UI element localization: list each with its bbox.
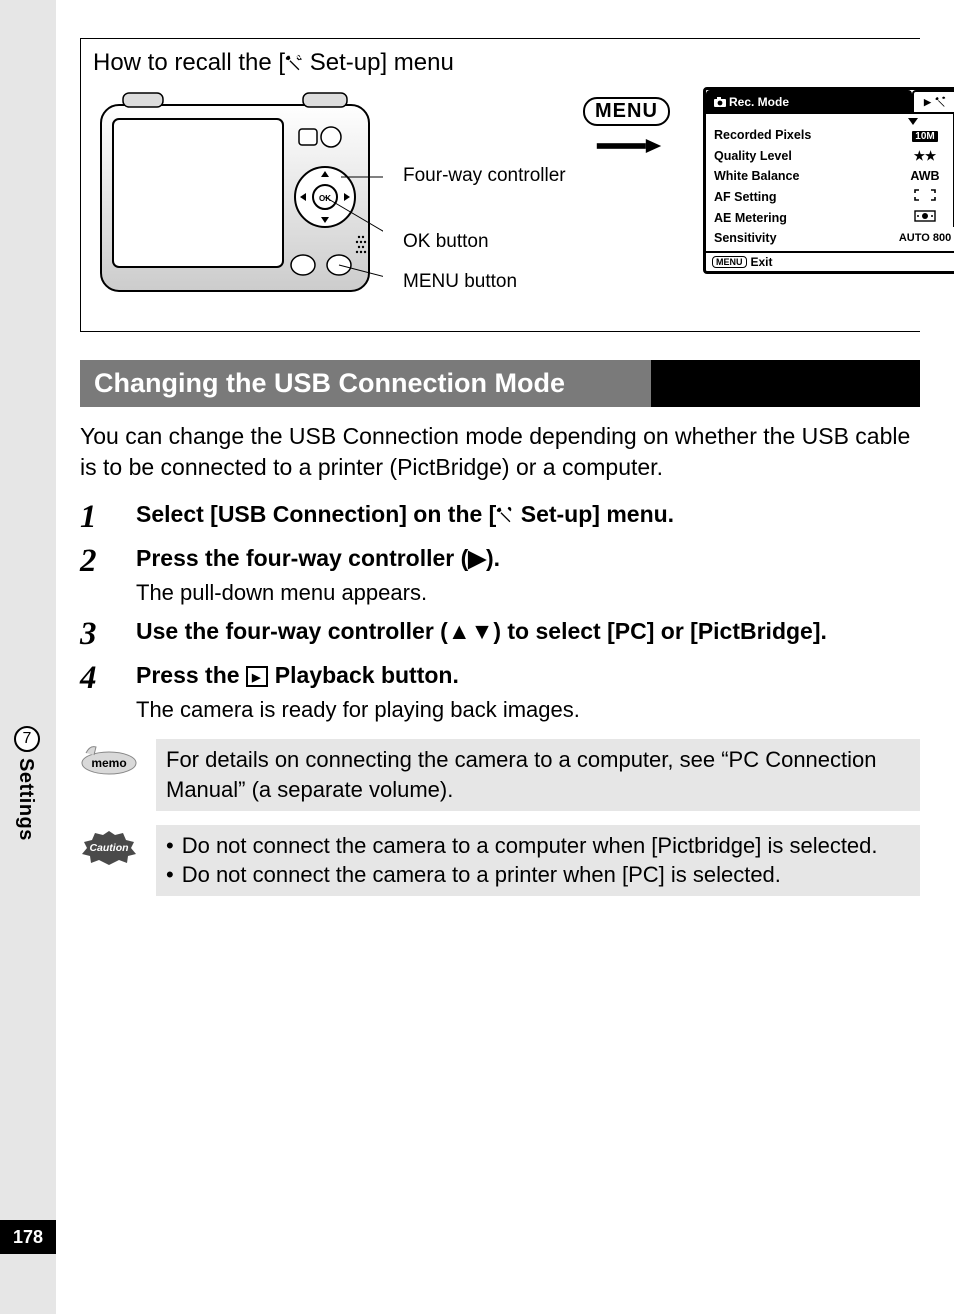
section-number-badge: 7	[14, 726, 40, 752]
section-tab: 7 Settings	[14, 726, 40, 841]
svg-text:OK: OK	[319, 194, 331, 203]
menu-row-label: Quality Level	[714, 146, 792, 167]
intro-text: You can change the USB Connection mode d…	[80, 421, 920, 483]
setup-tools-icon	[934, 96, 948, 108]
step-item: 3 Use the four-way controller (▲▼) to se…	[80, 616, 920, 652]
step-description: The pull-down menu appears.	[136, 578, 920, 608]
metering-icon	[896, 208, 954, 229]
label-fourway: Four-way controller	[403, 165, 513, 187]
playback-button-icon	[246, 666, 268, 687]
section-label: Settings	[14, 758, 37, 841]
menu-row: White Balance AWB	[714, 166, 954, 187]
arrow-right-icon	[583, 139, 675, 153]
label-menu-button: MENU button	[403, 271, 517, 293]
step-number: 1	[80, 499, 108, 535]
menu-row: Recorded Pixels 10M	[714, 125, 954, 146]
menu-row-value: AWB	[896, 166, 954, 187]
menu-row: AF Setting	[714, 187, 954, 208]
caution-text: Do not connect the camera to a computer …	[156, 825, 920, 896]
menu-footer-label: Exit	[751, 255, 773, 269]
menu-pill-icon: MENU	[583, 97, 670, 126]
step-title: Press the Playback button.	[136, 660, 920, 691]
section-heading: Changing the USB Connection Mode	[80, 360, 920, 407]
step-title: Press the four-way controller (▶).	[136, 543, 920, 574]
menu-row: AE Metering	[714, 208, 954, 229]
menu-arrow-area: MENU	[583, 87, 693, 317]
recall-setup-box: How to recall the [ Set-up] menu	[80, 38, 920, 332]
menu-row-value: AUTO 800	[896, 229, 954, 247]
menu-footer: MENU Exit	[706, 251, 954, 271]
memo-badge-icon: memo	[80, 743, 138, 780]
recall-title: How to recall the [ Set-up] menu	[93, 49, 912, 77]
step-title: Use the four-way controller (▲▼) to sele…	[136, 616, 920, 647]
menu-tab-setup: ▶	[912, 90, 954, 112]
svg-text:Caution: Caution	[89, 842, 128, 854]
setup-tools-icon	[285, 54, 303, 72]
step-number: 3	[80, 616, 108, 652]
page: 7 Settings 178 How to recall the [ Set-u…	[0, 0, 954, 1314]
menu-tab-label: Rec. Mode	[729, 95, 789, 109]
page-number: 178	[0, 1220, 56, 1254]
step-description: The camera is ready for playing back ima…	[136, 695, 920, 725]
caution-item: Do not connect the camera to a computer …	[166, 831, 910, 861]
camera-diagram: OK	[93, 87, 383, 317]
step-number: 2	[80, 543, 108, 608]
pixels-badge-icon: 10M	[912, 131, 937, 142]
triangle-down-icon	[908, 118, 918, 125]
step-number: 4	[80, 660, 108, 725]
menu-row: Sensitivity AUTO 800	[714, 228, 954, 249]
caution-note: Caution Do not connect the camera to a c…	[80, 825, 920, 896]
menu-row-label: Sensitivity	[714, 228, 777, 249]
menu-tab-rec-mode: Rec. Mode	[706, 90, 912, 112]
menu-row-label: AF Setting	[714, 187, 777, 208]
step-item: 2 Press the four-way controller (▶). The…	[80, 543, 920, 608]
svg-text:memo: memo	[91, 756, 126, 770]
content-area: How to recall the [ Set-up] menu	[80, 38, 920, 896]
memo-text: For details on connecting the camera to …	[156, 739, 920, 810]
quality-stars-icon: ★★	[896, 146, 954, 167]
rec-mode-menu-screen: Rec. Mode ▶ Recorded Pixels 10M	[703, 87, 954, 274]
menu-button-icon: MENU	[712, 256, 747, 268]
step-item: 4 Press the Playback button. The camera …	[80, 660, 920, 725]
step-item: 1 Select [USB Connection] on the [ Set-u…	[80, 499, 920, 535]
step-title: Select [USB Connection] on the [ Set-up]…	[136, 499, 920, 530]
menu-row-label: AE Metering	[714, 208, 787, 229]
recall-title-post: Set-up] menu	[303, 49, 454, 76]
left-gutter: 7 Settings 178	[0, 0, 56, 1314]
steps-list: 1 Select [USB Connection] on the [ Set-u…	[80, 499, 920, 725]
caution-badge-icon: Caution	[80, 829, 138, 870]
menu-row-label: White Balance	[714, 166, 799, 187]
menu-row: Quality Level ★★	[714, 146, 954, 167]
label-ok-button: OK button	[403, 231, 489, 253]
setup-tools-icon	[496, 506, 514, 524]
menu-row-label: Recorded Pixels	[714, 125, 811, 146]
memo-note: memo For details on connecting the camer…	[80, 739, 920, 810]
recall-title-pre: How to recall the [	[93, 49, 285, 76]
caution-item: Do not connect the camera to a printer w…	[166, 860, 910, 890]
af-frame-icon	[896, 187, 954, 208]
camera-icon	[714, 97, 726, 107]
